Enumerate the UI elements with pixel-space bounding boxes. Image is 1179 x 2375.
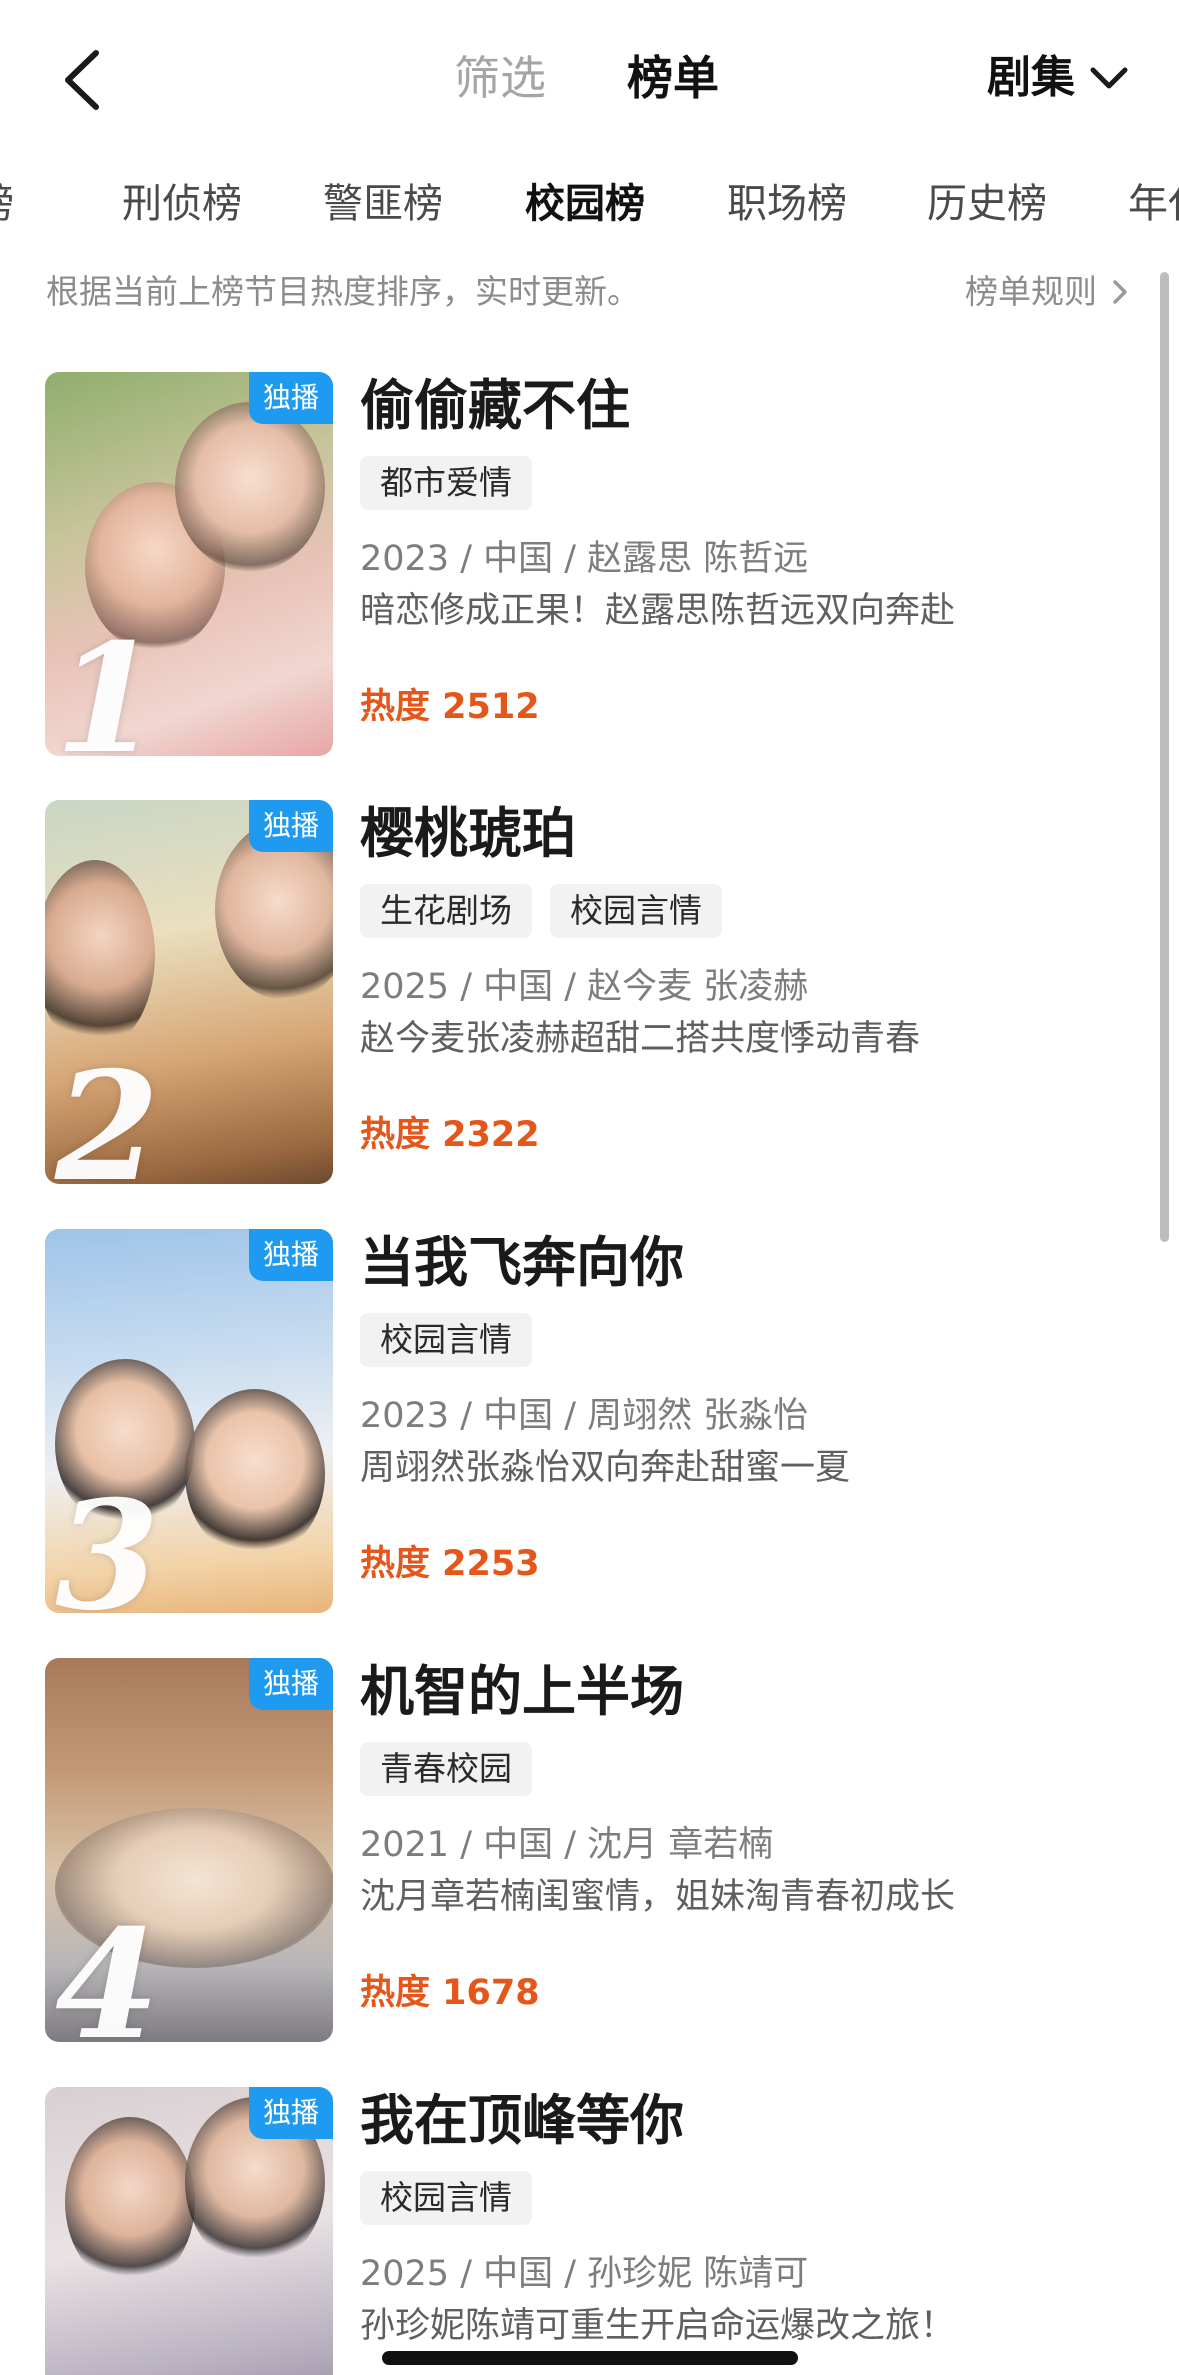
ranking-rules-link[interactable]: 榜单规则 [965,262,1129,322]
top-nav-bar: 筛选 榜单 剧集 [0,0,1179,165]
poster-figure [175,402,325,572]
item-title[interactable]: 樱桃琥珀 [360,798,576,870]
chevron-left-icon [65,50,99,110]
genre-tag[interactable]: 校园言情 [360,1313,532,1367]
genre-tag[interactable]: 青春校园 [360,1742,532,1796]
tab-board-workplace[interactable]: 职场榜 [727,168,847,240]
tab-ranking[interactable]: 榜单 [627,46,719,110]
exclusive-badge: 独播 [249,1658,333,1710]
scrollbar[interactable] [1160,272,1169,1242]
poster-image[interactable]: 3 独播 [45,1229,333,1613]
genre-tag[interactable]: 校园言情 [360,2171,532,2225]
tag-list: 青春校园 [360,1742,550,1796]
poster-image[interactable]: 1 独播 [45,372,333,756]
exclusive-badge: 独播 [249,800,333,852]
tab-board-criminal[interactable]: 刑侦榜 [122,168,242,240]
tag-list: 都市爱情 [360,456,550,510]
tab-board-campus[interactable]: 校园榜 [525,168,645,240]
rank-number: 4 [55,1897,160,2042]
item-description: 沈月章若楠闺蜜情，姐妹淘青春初成长 [360,1877,956,1917]
tab-board-suspense[interactable]: 榜 [0,168,14,240]
poster-figure [185,1389,325,1559]
item-meta: 2023 / 中国 / 赵露思 陈哲远 [360,539,809,579]
tag-list: 校园言情 [360,1313,550,1367]
item-description: 孙珍妮陈靖可重生开启命运爆改之旅！ [360,2306,956,2346]
heat-score: 热度 2322 [360,1115,540,1155]
list-item[interactable]: 4 独播 机智的上半场 青春校园 2021 / 中国 / 沈月 章若楠 沈月章若… [0,1658,1150,2048]
exclusive-badge: 独播 [249,372,333,424]
item-description: 暗恋修成正果！赵露思陈哲远双向奔赴 [360,591,956,631]
poster-image[interactable]: 2 独播 [45,800,333,1184]
genre-tag[interactable]: 校园言情 [550,884,722,938]
ranking-description: 根据当前上榜节目热度排序，实时更新。 [46,272,640,311]
tag-list: 生花剧场 校园言情 [360,884,740,938]
item-title[interactable]: 偷偷藏不住 [360,370,630,442]
poster-figure [65,2117,195,2287]
item-description: 周翊然张淼怡双向奔赴甜蜜一夏 [360,1448,851,1488]
item-meta: 2023 / 中国 / 周翊然 张淼怡 [360,1396,809,1436]
item-title[interactable]: 当我飞奔向你 [360,1227,684,1299]
ranking-info-row: 根据当前上榜节目热度排序，实时更新。 榜单规则 [0,262,1179,322]
back-button[interactable] [52,44,112,116]
item-meta: 2025 / 中国 / 赵今麦 张凌赫 [360,967,809,1007]
heat-score: 热度 2253 [360,1544,540,1584]
rank-number: 1 [55,611,160,756]
item-meta: 2021 / 中国 / 沈月 章若楠 [360,1825,774,1865]
chevron-right-icon [1113,280,1127,304]
tab-filter[interactable]: 筛选 [454,46,546,110]
poster-image[interactable]: 4 独播 [45,1658,333,2042]
item-title[interactable]: 我在顶峰等你 [360,2087,684,2157]
tab-board-era[interactable]: 年代 [1128,168,1179,240]
exclusive-badge: 独播 [249,2087,333,2139]
list-item[interactable]: 1 独播 偷偷藏不住 都市爱情 2023 / 中国 / 赵露思 陈哲远 暗恋修成… [0,372,1150,762]
item-description: 赵今麦张凌赫超甜二搭共度悸动青春 [360,1019,921,1059]
category-dropdown[interactable]: 剧集 [987,46,1129,110]
chevron-down-icon [1090,67,1128,89]
list-item[interactable]: 3 独播 当我飞奔向你 校园言情 2023 / 中国 / 周翊然 张淼怡 周翊然… [0,1229,1150,1619]
home-indicator[interactable] [382,2351,798,2365]
tab-board-police[interactable]: 警匪榜 [323,168,443,240]
item-meta: 2025 / 中国 / 孙珍妮 陈靖可 [360,2254,809,2294]
tag-list: 校园言情 [360,2171,550,2225]
heat-score: 热度 1678 [360,1973,540,2013]
list-item[interactable]: 2 独播 樱桃琥珀 生花剧场 校园言情 2025 / 中国 / 赵今麦 张凌赫 … [0,800,1150,1190]
board-tabs: 榜 刑侦榜 警匪榜 校园榜 职场榜 历史榜 年代 [0,168,1179,240]
rank-number: 2 [55,1039,160,1184]
heat-score: 热度 2512 [360,687,540,727]
poster-image[interactable]: 独播 [45,2087,333,2375]
exclusive-badge: 独播 [249,1229,333,1281]
rank-number: 3 [55,1468,160,1613]
genre-tag[interactable]: 都市爱情 [360,456,532,510]
item-title[interactable]: 机智的上半场 [360,1656,684,1728]
list-item[interactable]: 独播 我在顶峰等你 校园言情 2025 / 中国 / 孙珍妮 陈靖可 孙珍妮陈靖… [0,2087,1150,2375]
ranking-rules-label: 榜单规则 [965,272,1097,311]
tab-board-history[interactable]: 历史榜 [927,168,1047,240]
category-dropdown-label: 剧集 [987,52,1075,103]
genre-tag[interactable]: 生花剧场 [360,884,532,938]
